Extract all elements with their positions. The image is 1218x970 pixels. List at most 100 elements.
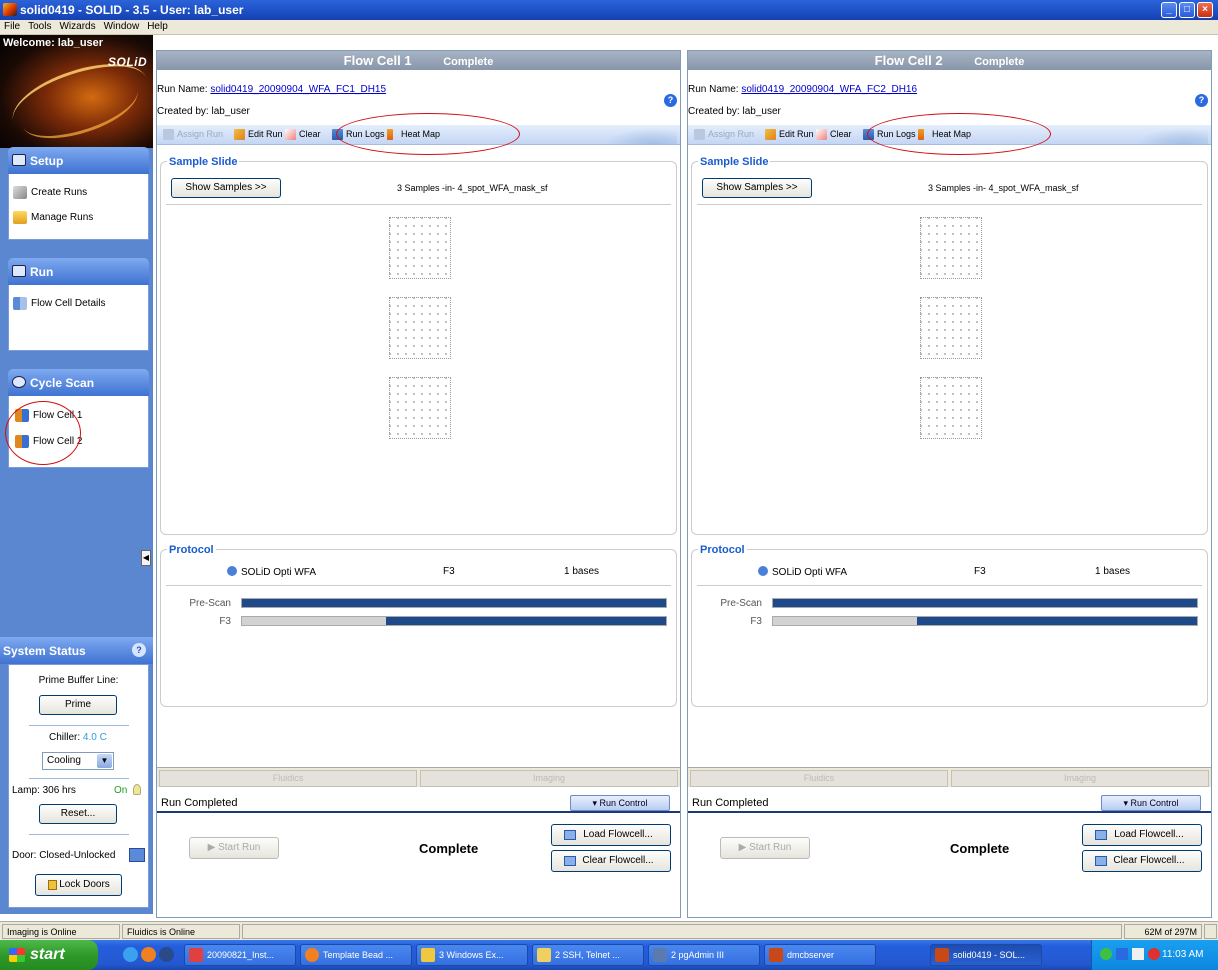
run-name-link[interactable]: solid0419_20090904_WFA_FC2_DH16 <box>741 84 917 95</box>
help-icon[interactable]: ? <box>1195 94 1208 107</box>
sample-spot[interactable] <box>920 377 982 439</box>
task-label: 2 SSH, Telnet ... <box>555 950 620 960</box>
run-name-link[interactable]: solid0419_20090904_WFA_FC1_DH15 <box>210 84 386 95</box>
lock-doors-label: Lock Doors <box>59 879 110 890</box>
close-button[interactable]: × <box>1197 2 1213 18</box>
clear-button[interactable]: Clear <box>816 129 852 140</box>
load-flowcell-button[interactable]: Load Flowcell... <box>1082 824 1202 846</box>
menu-window[interactable]: Window <box>100 20 144 32</box>
section-run-header[interactable]: Run <box>8 258 149 285</box>
cycle-scan-icon <box>12 376 26 388</box>
taskbar-item[interactable]: 20090821_Inst... <box>184 944 296 966</box>
cooling-select-value: Cooling <box>47 755 81 766</box>
taskbar-item[interactable]: 2 pgAdmin III <box>648 944 760 966</box>
show-samples-button[interactable]: Show Samples >> <box>171 178 281 198</box>
clear-button[interactable]: Clear <box>285 129 321 140</box>
sidebar-item-manage-runs[interactable]: Manage Runs <box>13 211 94 224</box>
edit-run-button[interactable]: Edit Run <box>234 129 283 140</box>
protocol-title: Protocol <box>698 544 747 556</box>
sample-slide-group: Sample Slide Show Samples >> 3 Samples -… <box>160 156 677 535</box>
prime-button[interactable]: Prime <box>39 695 117 715</box>
flowcell-title: Flow Cell 1 <box>343 53 412 68</box>
maximize-button[interactable]: □ <box>1179 2 1195 18</box>
menu-file[interactable]: File <box>0 20 24 32</box>
load-icon <box>564 830 576 840</box>
tray-icon[interactable] <box>1148 948 1160 960</box>
system-status-header: System Status ? <box>0 637 153 664</box>
tray-icon[interactable] <box>1116 948 1128 960</box>
menu-tools[interactable]: Tools <box>24 20 55 32</box>
toolbar-watermark <box>597 125 677 145</box>
sample-slide-group: Sample Slide Show Samples >> 3 Samples -… <box>691 156 1208 535</box>
tab-imaging[interactable]: Imaging <box>951 770 1209 787</box>
show-samples-button[interactable]: Show Samples >> <box>702 178 812 198</box>
cooling-select[interactable]: Cooling ▼ <box>42 752 114 770</box>
chevron-down-icon[interactable]: ▼ <box>97 754 112 768</box>
tab-fluidics[interactable]: Fluidics <box>159 770 417 787</box>
section-cycle-scan-header[interactable]: Cycle Scan <box>8 369 149 396</box>
taskbar-item[interactable]: dmcbserver <box>764 944 876 966</box>
run-control-button[interactable]: ▾ Run Control <box>570 795 670 811</box>
lamp-label: Lamp: 306 hrs <box>12 785 76 796</box>
divider <box>29 725 129 726</box>
sample-spot[interactable] <box>389 297 451 359</box>
tab-imaging[interactable]: Imaging <box>420 770 678 787</box>
clear-flowcell-button[interactable]: Clear Flowcell... <box>1082 850 1202 872</box>
reset-button[interactable]: Reset... <box>39 804 117 824</box>
sidebar-item-flow-cell-details[interactable]: Flow Cell Details <box>13 297 105 310</box>
sidebar-item-label: Manage Runs <box>31 212 94 223</box>
flowcell-panel-2: Flow Cell 2 Complete Run Name: solid0419… <box>687 50 1212 918</box>
start-run-button[interactable]: ▶ Start Run <box>189 837 279 859</box>
trash-icon[interactable] <box>1204 924 1217 939</box>
info-icon <box>227 566 237 576</box>
taskbar-item-active[interactable]: solid0419 - SOL... <box>930 944 1042 966</box>
protocol-name[interactable]: SOLiD Opti WFA <box>758 566 847 578</box>
door-icon <box>129 848 145 862</box>
collapse-sidebar-button[interactable]: ◀ <box>141 550 151 566</box>
quicklaunch-icon[interactable] <box>159 947 174 962</box>
help-icon[interactable]: ? <box>132 643 146 657</box>
pgadmin-icon <box>653 948 667 962</box>
run-name-row: Run Name: solid0419_20090904_WFA_FC2_DH1… <box>688 84 917 95</box>
chiller-value: 4.0 C <box>82 732 107 743</box>
section-setup-header[interactable]: Setup <box>8 147 149 174</box>
run-control-button[interactable]: ▾ Run Control <box>1101 795 1201 811</box>
clear-label: Clear <box>830 129 852 139</box>
clear-flowcell-button[interactable]: Clear Flowcell... <box>551 850 671 872</box>
menu-wizards[interactable]: Wizards <box>55 20 99 32</box>
taskbar-item[interactable]: 2 SSH, Telnet ... <box>532 944 644 966</box>
minimize-button[interactable]: _ <box>1161 2 1177 18</box>
chiller-row: Chiller: 4.0 C <box>49 732 107 743</box>
edit-run-label: Edit Run <box>248 129 283 139</box>
divider <box>29 834 129 835</box>
load-flowcell-button[interactable]: Load Flowcell... <box>551 824 671 846</box>
firefox-icon[interactable] <box>141 947 156 962</box>
taskbar-item[interactable]: Template Bead ... <box>300 944 412 966</box>
run-actions: ▶ Start Run Complete Load Flowcell... Cl… <box>688 815 1211 917</box>
lock-doors-button[interactable]: Lock Doors <box>35 874 122 896</box>
sample-spot[interactable] <box>389 377 451 439</box>
menu-help[interactable]: Help <box>143 20 172 32</box>
ie-icon[interactable] <box>123 947 138 962</box>
sidebar-item-create-runs[interactable]: Create Runs <box>13 186 87 199</box>
sample-spot[interactable] <box>920 297 982 359</box>
help-icon[interactable]: ? <box>664 94 677 107</box>
tab-fluidics[interactable]: Fluidics <box>690 770 948 787</box>
tray-icon[interactable] <box>1100 948 1112 960</box>
tray-icon[interactable] <box>1132 948 1144 960</box>
annotation-circle <box>867 113 1051 155</box>
start-button[interactable]: start <box>0 940 98 970</box>
clear-flowcell-label: Clear Flowcell... <box>582 855 654 866</box>
sample-spot[interactable] <box>920 217 982 279</box>
start-run-button[interactable]: ▶ Start Run <box>720 837 810 859</box>
taskbar-item[interactable]: 3 Windows Ex... <box>416 944 528 966</box>
edit-run-button[interactable]: Edit Run <box>765 129 814 140</box>
protocol-name[interactable]: SOLiD Opti WFA <box>227 566 316 578</box>
assign-run-button[interactable]: Assign Run <box>694 129 755 140</box>
assign-run-label: Assign Run <box>708 129 755 139</box>
sample-spot[interactable] <box>389 217 451 279</box>
window-titlebar: solid0419 - SOLID - 3.5 - User: lab_user… <box>0 0 1218 20</box>
progress-fill <box>386 617 666 625</box>
assign-run-button[interactable]: Assign Run <box>163 129 223 140</box>
app-icon <box>769 948 783 962</box>
